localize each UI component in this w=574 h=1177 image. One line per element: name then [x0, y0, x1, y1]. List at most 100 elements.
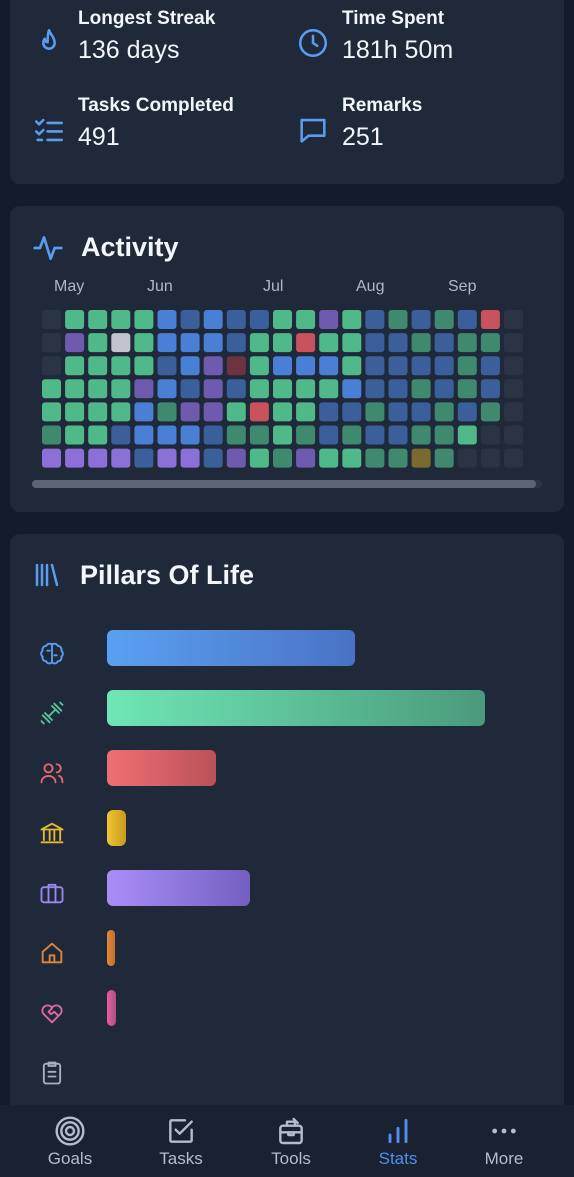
heatmap-cell[interactable]	[457, 425, 477, 445]
heatmap-cell[interactable]	[88, 356, 108, 376]
heatmap-cell[interactable]	[180, 310, 200, 329]
heatmap-cell[interactable]	[134, 356, 154, 376]
heatmap-cell[interactable]	[504, 356, 523, 376]
heatmap-cell[interactable]	[319, 425, 339, 445]
heatmap-cell[interactable]	[134, 402, 154, 422]
pillar-row[interactable]	[107, 1050, 527, 1086]
heatmap-cell[interactable]	[249, 310, 269, 329]
heatmap-cell[interactable]	[388, 448, 408, 468]
heatmap-cell[interactable]	[157, 402, 177, 422]
heatmap-cell[interactable]	[134, 425, 154, 445]
heatmap-cell[interactable]	[457, 310, 477, 329]
heatmap-cell[interactable]	[457, 356, 477, 376]
pillar-row[interactable]	[107, 690, 527, 726]
heatmap-cell[interactable]	[42, 402, 61, 422]
heatmap-cell[interactable]	[388, 402, 408, 422]
heatmap-cell[interactable]	[65, 448, 85, 468]
heatmap-cell[interactable]	[65, 379, 85, 399]
nav-goals[interactable]: Goals	[20, 1105, 120, 1177]
heatmap-cell[interactable]	[411, 356, 431, 376]
heatmap-cell[interactable]	[180, 379, 200, 399]
heatmap-cell[interactable]	[457, 402, 477, 422]
heatmap-cell[interactable]	[342, 425, 362, 445]
heatmap-cell[interactable]	[42, 425, 61, 445]
heatmap-cell[interactable]	[411, 425, 431, 445]
heatmap-cell[interactable]	[388, 333, 408, 353]
heatmap-cell[interactable]	[480, 333, 500, 353]
heatmap-cell[interactable]	[249, 379, 269, 399]
heatmap-cell[interactable]	[249, 402, 269, 422]
heatmap-cell[interactable]	[226, 356, 246, 376]
heatmap-cell[interactable]	[296, 425, 316, 445]
heatmap-cell[interactable]	[480, 448, 500, 468]
heatmap-cell[interactable]	[88, 402, 108, 422]
heatmap-cell[interactable]	[88, 310, 108, 329]
heatmap-cell[interactable]	[365, 448, 385, 468]
heatmap-cell[interactable]	[342, 333, 362, 353]
heatmap-cell[interactable]	[249, 356, 269, 376]
pillar-row[interactable]	[107, 870, 527, 906]
heatmap-cell[interactable]	[180, 448, 200, 468]
heatmap-cell[interactable]	[388, 356, 408, 376]
heatmap-cell[interactable]	[480, 310, 500, 329]
heatmap-cell[interactable]	[157, 333, 177, 353]
heatmap-cell[interactable]	[203, 402, 223, 422]
heatmap-cell[interactable]	[457, 333, 477, 353]
heatmap-cell[interactable]	[342, 402, 362, 422]
heatmap-cell[interactable]	[388, 379, 408, 399]
heatmap-cell[interactable]	[504, 448, 523, 468]
heatmap-cell[interactable]	[42, 379, 61, 399]
heatmap-cell[interactable]	[203, 379, 223, 399]
heatmap-cell[interactable]	[226, 333, 246, 353]
heatmap-cell[interactable]	[273, 333, 292, 353]
heatmap-cell[interactable]	[342, 310, 362, 329]
heatmap-cell[interactable]	[296, 310, 316, 329]
heatmap-cell[interactable]	[249, 333, 269, 353]
heatmap-cell[interactable]	[134, 379, 154, 399]
heatmap-cell[interactable]	[434, 379, 454, 399]
heatmap-cell[interactable]	[134, 333, 154, 353]
heatmap-cell[interactable]	[134, 448, 154, 468]
heatmap-cell[interactable]	[203, 333, 223, 353]
heatmap-cell[interactable]	[65, 310, 85, 329]
heatmap-cell[interactable]	[203, 448, 223, 468]
heatmap-cell[interactable]	[273, 402, 292, 422]
heatmap-cell[interactable]	[157, 379, 177, 399]
heatmap-cell[interactable]	[480, 379, 500, 399]
heatmap-cell[interactable]	[65, 333, 85, 353]
heatmap-cell[interactable]	[226, 402, 246, 422]
heatmap-cell[interactable]	[203, 310, 223, 329]
heatmap-cell[interactable]	[88, 425, 108, 445]
heatmap-cell[interactable]	[411, 333, 431, 353]
heatmap-cell[interactable]	[42, 356, 61, 376]
heatmap-cell[interactable]	[111, 448, 131, 468]
heatmap-cell[interactable]	[226, 448, 246, 468]
heatmap-cell[interactable]	[249, 448, 269, 468]
heatmap-cell[interactable]	[157, 310, 177, 329]
nav-more[interactable]: More	[454, 1105, 554, 1177]
heatmap-cell[interactable]	[88, 448, 108, 468]
heatmap-cell[interactable]	[365, 310, 385, 329]
heatmap-cell[interactable]	[504, 310, 523, 329]
heatmap-cell[interactable]	[203, 356, 223, 376]
heatmap-cell[interactable]	[273, 379, 292, 399]
heatmap-cell[interactable]	[411, 310, 431, 329]
heatmap-cell[interactable]	[480, 402, 500, 422]
heatmap-cell[interactable]	[504, 333, 523, 353]
nav-stats[interactable]: Stats	[348, 1105, 448, 1177]
heatmap-cell[interactable]	[434, 425, 454, 445]
heatmap-cell[interactable]	[434, 310, 454, 329]
heatmap-cell[interactable]	[319, 448, 339, 468]
heatmap-cell[interactable]	[319, 356, 339, 376]
heatmap-cell[interactable]	[42, 333, 61, 353]
heatmap-cell[interactable]	[365, 425, 385, 445]
heatmap-cell[interactable]	[457, 379, 477, 399]
heatmap-cell[interactable]	[249, 425, 269, 445]
heatmap-cell[interactable]	[226, 379, 246, 399]
heatmap-cell[interactable]	[180, 333, 200, 353]
heatmap-cell[interactable]	[157, 425, 177, 445]
heatmap-cell[interactable]	[296, 356, 316, 376]
heatmap-cell[interactable]	[88, 333, 108, 353]
heatmap-cell[interactable]	[296, 402, 316, 422]
heatmap-cell[interactable]	[480, 425, 500, 445]
